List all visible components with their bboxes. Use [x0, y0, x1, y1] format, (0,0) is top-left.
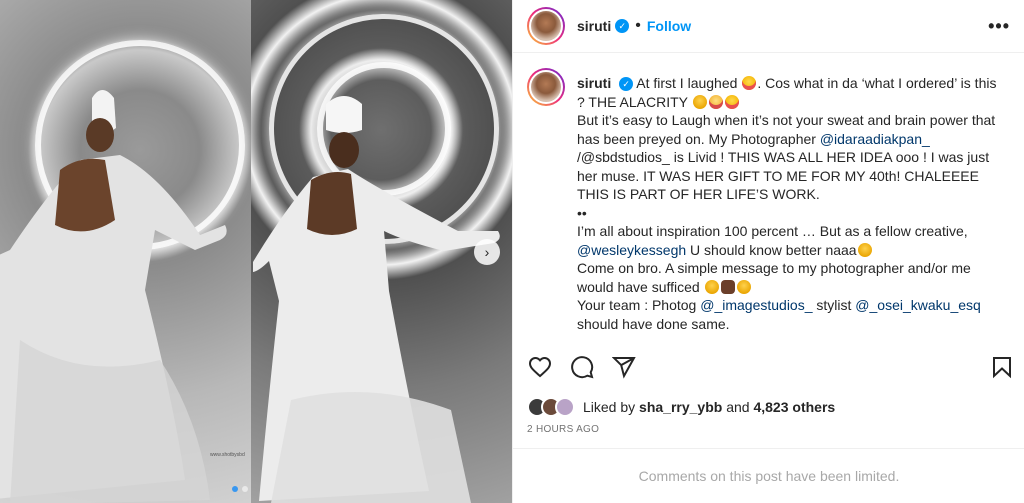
save-button[interactable] [989, 354, 1015, 380]
caption-text: siruti ✓ At first I laughed . Cos what i… [577, 74, 997, 340]
mention-link[interactable]: @_osei_kwaku_esq [855, 297, 981, 313]
author-avatar[interactable] [527, 7, 565, 45]
like-button[interactable] [527, 354, 553, 380]
action-bar [527, 352, 1015, 382]
chevron-right-icon: › [484, 244, 490, 260]
laughing-emoji-icon [708, 94, 723, 109]
verified-badge-icon: ✓ [619, 77, 634, 92]
caption-para3: I’m all about inspiration 100 percent … … [577, 223, 968, 239]
photo-right [251, 0, 512, 503]
caption-bullets: •• [577, 204, 587, 221]
liked-by-label: Liked by [583, 399, 636, 415]
caption-line1: At first I laughed [636, 75, 738, 91]
liker-username[interactable]: sha_rry_ybb [639, 399, 722, 415]
caption-para4: Come on bro. A simple message to my phot… [577, 260, 971, 295]
header-separator: • [635, 17, 641, 34]
figure-right [253, 96, 500, 503]
caption-username[interactable]: siruti [577, 75, 611, 91]
share-button[interactable] [611, 354, 637, 380]
caption-area: siruti ✓ At first I laughed . Cos what i… [513, 60, 1024, 340]
caption-para5c: should have done same. [577, 315, 730, 332]
comment-button[interactable] [569, 354, 595, 380]
grinning-emoji-icon [724, 94, 739, 109]
caption-para3b: U should know better naaa [690, 241, 857, 258]
bookmark-icon [993, 357, 1011, 379]
mention-link[interactable]: @_imagestudios_ [700, 297, 812, 313]
carousel-dot [242, 486, 248, 492]
follow-button[interactable]: Follow [647, 18, 691, 34]
carousel-indicator [232, 486, 248, 492]
more-options-icon[interactable]: ••• [988, 16, 1010, 37]
comment-icon [571, 356, 594, 379]
carousel-next-button[interactable]: › [474, 239, 500, 265]
carousel-dot-active [232, 486, 238, 492]
post-media[interactable]: www.shotbysbd › [0, 0, 512, 503]
clap-emoji-icon [720, 279, 735, 294]
caption-avatar[interactable] [527, 68, 565, 340]
unamused-emoji-icon [736, 279, 751, 294]
unamused-emoji-icon [704, 279, 719, 294]
mention-link[interactable]: @idaraadiakpan_ [820, 131, 930, 147]
photo-left: www.shotbysbd [0, 0, 251, 503]
share-icon [612, 357, 636, 379]
grinning-emoji-icon [742, 76, 757, 90]
likes-and: and [726, 399, 750, 415]
figure-left [0, 90, 227, 503]
comments-limited-notice: Comments on this post have been limited. [513, 448, 1024, 503]
post-header: siruti ✓ • Follow ••• [513, 0, 1024, 53]
author-username[interactable]: siruti [577, 18, 611, 34]
exploding-head-emoji-icon [692, 94, 707, 109]
likes-summary: Liked by sha_rry_ybb and 4,823 others [527, 397, 835, 417]
avatar [555, 397, 575, 417]
liker-avatars[interactable] [527, 397, 575, 417]
pleading-emoji-icon [857, 242, 872, 257]
post-panel: siruti ✓ • Follow ••• siruti ✓ At first … [512, 0, 1024, 503]
mention-link[interactable]: @wesleykessegh [577, 242, 686, 258]
caption-para5b: stylist [816, 297, 852, 313]
heart-icon [528, 356, 552, 378]
caption-para5a: Your team : Photog [577, 297, 697, 313]
post-timestamp[interactable]: 2 HOURS AGO [527, 424, 599, 435]
likes-count[interactable]: 4,823 others [753, 399, 835, 415]
caption-para2: But it’s easy to Laugh when it’s not you… [577, 112, 996, 147]
watermark: www.shotbysbd [210, 452, 245, 458]
caption-para2b: /@sbdstudios_ is Livid ! THIS WAS ALL HE… [577, 149, 990, 202]
verified-badge-icon: ✓ [615, 19, 630, 33]
